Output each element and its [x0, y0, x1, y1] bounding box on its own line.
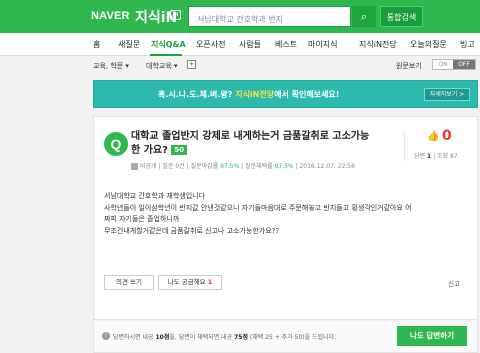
active-tab-indicator [150, 54, 182, 56]
answer-footer: ! 답변하시면 내공 10점을, 답변이 채택되면 내공 75점 (채택 25 … [93, 321, 478, 353]
question-body: 서남대학교 간호학과 재학생입니다 사학년들이 일이삼학년이 반지값 안낸것같으… [104, 191, 464, 237]
answer-reward-info: 답변하시면 내공 10점을, 답변이 채택되면 내공 75점 (채택 25 + … [113, 334, 337, 341]
question-date: 2016.12.07. 22:56 [299, 163, 355, 170]
divider [404, 131, 405, 161]
write-answer-button[interactable]: 나도 답변하기 [397, 326, 467, 346]
report-link[interactable]: 신고 [448, 278, 460, 288]
nav-item-people[interactable]: 사람들 [239, 39, 261, 50]
question-title: 대학교 졸업반지 강제로 내게하는거 금품갈취로 고소가능한 가요? 50 [131, 131, 370, 156]
me-too-curious-button[interactable]: 나도 궁금해요 1 [158, 275, 222, 290]
info-icon: ! [102, 332, 110, 340]
original-view-label: 원문보기 [396, 62, 422, 70]
top-header: NAVER 지식iN iN ⌕ 통합검색 [0, 0, 480, 33]
points-badge: 50 [171, 145, 188, 155]
nav-item-my-knowledge[interactable]: 마이지식 [308, 39, 337, 50]
body-line: 짜피 자기들은 졸업하니까 [104, 215, 180, 223]
body-line: 사학년들이 일이삼학년이 반지값 안낸것같으니 자기들마음대로 주문해놓고 반지… [104, 203, 412, 212]
nav-item-hall-of-fame[interactable]: 지식iN전당 [359, 39, 397, 50]
total-search-button[interactable]: 통합검색 [380, 6, 423, 27]
search-icon[interactable]: ⌕ [352, 6, 376, 27]
question-card: Q 대학교 졸업반지 강제로 내게하는거 금품갈취로 고소가능한 가요? 50 … [93, 116, 478, 320]
kin-mark-icon: iN [170, 10, 181, 20]
question-icon: Q [104, 132, 128, 156]
author-name[interactable]: 비공개 [140, 163, 157, 170]
naver-logo[interactable]: NAVER [91, 10, 130, 22]
category-education-dropdown[interactable]: 교육, 학문 ▾ [93, 61, 129, 71]
body-line: 무조건내게할거같은데 금품갈취로 신고나 고소가능한가요?? [104, 226, 280, 235]
nav-item-todays-question[interactable]: 오늘의질문 [410, 39, 447, 50]
search-input[interactable] [189, 10, 339, 29]
nav-item-kin-qa[interactable]: 지식Q&A [151, 39, 186, 50]
toggle-on[interactable]: ON [433, 60, 453, 69]
category-university-dropdown[interactable]: 대학교육 ▾ [146, 61, 178, 71]
avatar [131, 163, 138, 170]
nav-item-bingo[interactable]: 빙고 [460, 39, 475, 50]
banner-details-button[interactable]: 자세히보기 > [424, 88, 470, 101]
nav-item-home[interactable]: 홈 [93, 39, 100, 50]
nav-item-best[interactable]: 베스트 [275, 39, 297, 50]
main-nav: 홈 새질문 지식Q&A 오픈사전 사람들 베스트 마이지식 지식iN전당 오늘의… [0, 33, 480, 56]
original-view-toggle[interactable]: ON OFF [432, 59, 476, 70]
hall-of-fame-banner[interactable]: 혹.시.나.도.체.벼.왕? 지식iN전당에서 확인해보세요! 자세히보기 > [93, 80, 478, 108]
question-stats: 답변 1 | 조회 87 [414, 153, 458, 160]
nav-item-new-question[interactable]: 새질문 [118, 39, 140, 50]
add-category-button[interactable]: + [187, 60, 196, 69]
toggle-off[interactable]: OFF [453, 60, 475, 69]
search-box [188, 6, 351, 29]
banner-text: 혹.시.나.도.체.벼.왕? 지식iN전당에서 확인해보세요! [158, 90, 340, 99]
question-meta: 비공개 | 질문 0건 | 질문마감률 97.5% | 질문채택률 97.5% … [131, 161, 355, 170]
like-count: 0 [442, 128, 452, 144]
body-line: 서남대학교 간호학과 재학생입니다 [104, 192, 206, 200]
thumbs-up-icon[interactable]: 👍 [427, 131, 439, 142]
write-opinion-button[interactable]: 의견 쓰기 [104, 275, 154, 290]
nav-item-open-dictionary[interactable]: 오픈사전 [196, 39, 225, 50]
